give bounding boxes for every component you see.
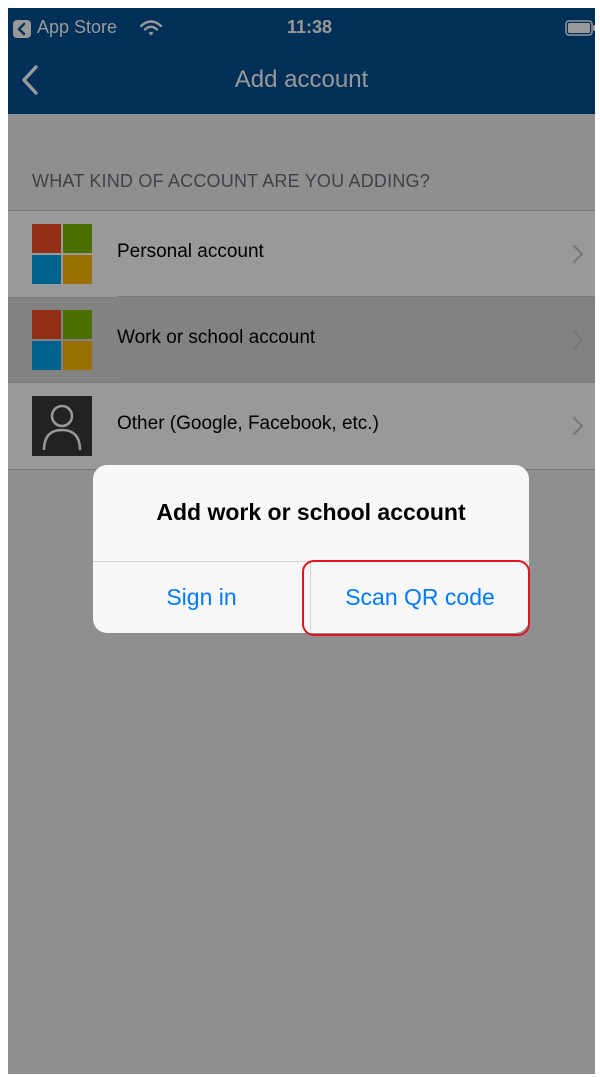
alert-title: Add work or school account — [156, 499, 466, 525]
highlight-annotation — [302, 560, 530, 636]
phone-screen: App Store 11:38 Add account WHAT KIND OF… — [8, 8, 595, 1074]
sign-in-button[interactable]: Sign in — [93, 562, 310, 633]
